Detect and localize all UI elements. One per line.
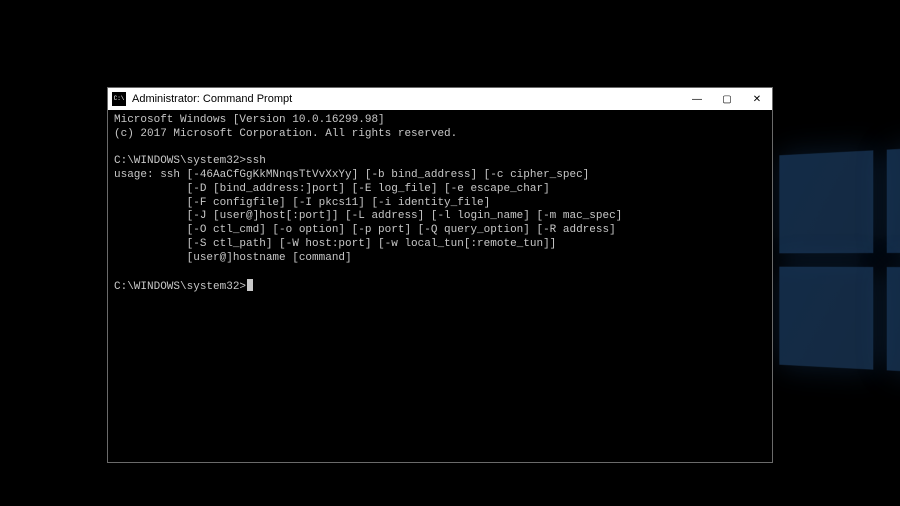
minimize-button[interactable]: — (682, 88, 712, 110)
maximize-button[interactable]: ▢ (712, 88, 742, 110)
window-title: Administrator: Command Prompt (132, 93, 292, 105)
usage-line: [-O ctl_cmd] [-o option] [-p port] [-Q q… (114, 224, 616, 236)
windows-logo-backdrop (779, 144, 900, 376)
command-prompt-window: Administrator: Command Prompt — ▢ ✕ Micr… (108, 88, 772, 462)
usage-line: [-J [user@]host[:port]] [-L address] [-l… (114, 210, 622, 222)
cmd-icon (112, 92, 126, 106)
banner-line: Microsoft Windows [Version 10.0.16299.98… (114, 114, 385, 126)
terminal-output[interactable]: Microsoft Windows [Version 10.0.16299.98… (108, 110, 772, 462)
usage-line: [-F configfile] [-I pkcs11] [-i identity… (114, 197, 490, 209)
titlebar[interactable]: Administrator: Command Prompt — ▢ ✕ (108, 88, 772, 110)
entered-command: ssh (246, 155, 266, 167)
prompt: C:\WINDOWS\system32> (114, 281, 246, 293)
text-cursor (247, 279, 253, 291)
usage-line: [user@]hostname [command] (114, 252, 352, 264)
banner-line: (c) 2017 Microsoft Corporation. All righ… (114, 128, 457, 140)
usage-line: usage: ssh [-46AaCfGgKkMNnqsTtVvXxYy] [-… (114, 169, 589, 181)
usage-line: [-D [bind_address:]port] [-E log_file] [… (114, 183, 550, 195)
usage-line: [-S ctl_path] [-W host:port] [-w local_t… (114, 238, 556, 250)
prompt: C:\WINDOWS\system32> (114, 155, 246, 167)
close-button[interactable]: ✕ (742, 88, 772, 110)
